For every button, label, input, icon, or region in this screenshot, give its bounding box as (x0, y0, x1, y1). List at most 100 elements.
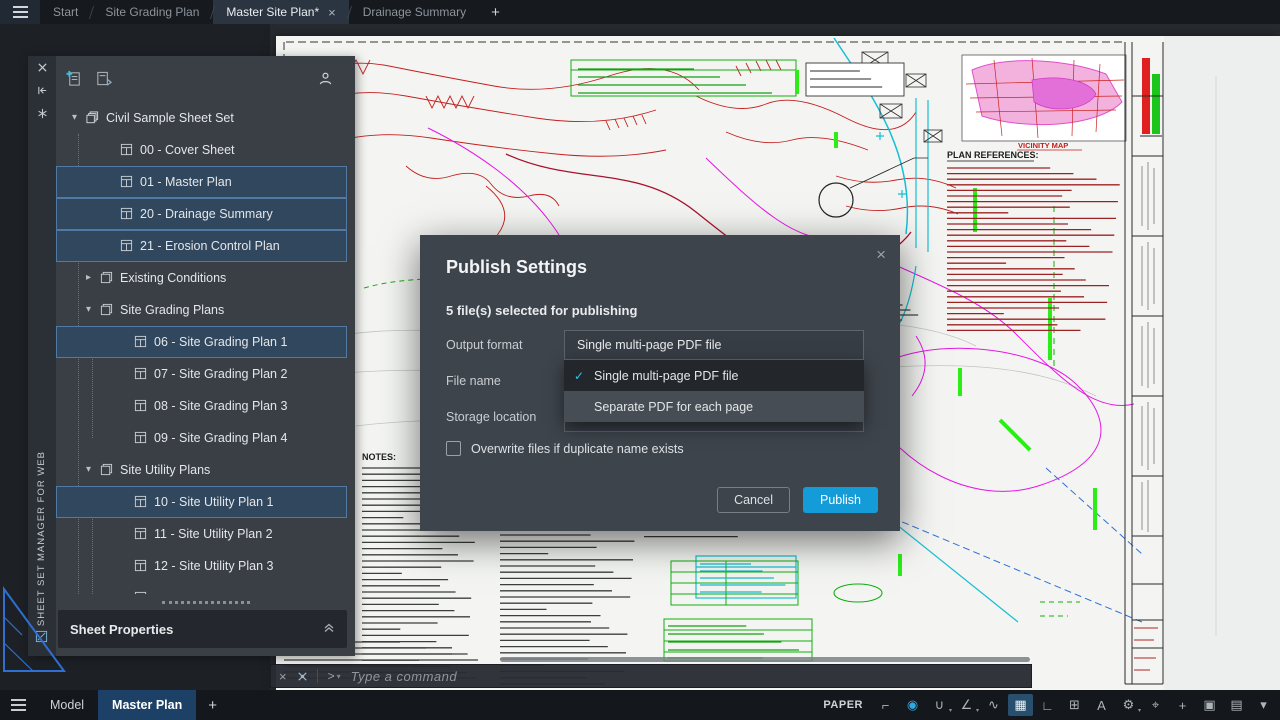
dialog-subtitle: 5 file(s) selected for publishing (446, 303, 637, 318)
account-icon[interactable] (318, 71, 333, 86)
close-dialog-icon[interactable]: × (876, 245, 886, 265)
publish-button[interactable]: Publish (803, 487, 878, 513)
sheet-icon (120, 143, 133, 156)
folder-icon (100, 303, 113, 316)
tree-item-12-site-utility-plan-3[interactable]: 12 - Site Utility Plan 3 (56, 550, 347, 582)
tree-item-folder-existing-conditions[interactable]: ▸ Existing Conditions (56, 262, 347, 294)
vicinity-map-label: VICINITY MAP (1018, 141, 1068, 150)
select-value: Single multi-page PDF file (577, 338, 722, 352)
sheet-icon (120, 239, 133, 252)
plan-references-label: PLAN REFERENCES: (947, 150, 1039, 160)
sheet-set-logo-icon (35, 630, 48, 648)
output-format-label: Output format (446, 338, 564, 352)
layers-icon[interactable]: ▤ (1224, 694, 1249, 716)
cancel-button[interactable]: Cancel (717, 487, 790, 513)
tab-site-grading-plan[interactable]: Site Grading Plan (92, 0, 212, 24)
new-tab-button[interactable]: + (479, 0, 512, 24)
tab-label: Drainage Summary (363, 5, 466, 19)
layout-tab-master-plan[interactable]: Master Plan (98, 690, 196, 720)
tree-item-clipped[interactable] (56, 582, 347, 594)
close-panel-button[interactable] (28, 56, 56, 79)
import-sheet-button[interactable] (95, 70, 112, 87)
dynamic-input-icon[interactable]: ⌖ (1143, 694, 1168, 716)
dropdown-option-separate-pdf-for-each-page[interactable]: Separate PDF for each page (564, 391, 864, 422)
sketch-mode-icon[interactable]: ∿ (981, 694, 1006, 716)
tab-master-site-plan[interactable]: Master Site Plan*× (213, 0, 348, 24)
chevron-down-icon[interactable]: ▾ (86, 304, 100, 315)
tree-item-label: Civil Sample Sheet Set (106, 111, 234, 125)
tree-item-06-site-grading-plan-1[interactable]: 06 - Site Grading Plan 1 (56, 326, 347, 358)
tree-item-label: 01 - Master Plan (140, 175, 232, 189)
horizontal-scrollbar[interactable] (500, 657, 1030, 662)
sheet-icon (134, 495, 147, 508)
command-bar: × > ▾ Type a command (270, 664, 1032, 688)
tree-item-20-drainage-summary[interactable]: 20 - Drainage Summary (56, 198, 347, 230)
tree-item-label: 07 - Site Grading Plan 2 (154, 367, 287, 381)
tree-item-10-site-utility-plan-1[interactable]: 10 - Site Utility Plan 1 (56, 486, 347, 518)
status-bar: Model Master Plan + PAPER ⌐◉∪▾∠▾∿▦∟⊞A⚙▾⌖… (0, 690, 1280, 720)
tree-item-01-master-plan[interactable]: 01 - Master Plan (56, 166, 347, 198)
sheet-set-tree: ▾ Civil Sample Sheet Set 00 - Cover Sheet 0… (56, 102, 355, 594)
ortho-mode-icon[interactable]: ∟ (1035, 694, 1060, 716)
dropdown-option-label: Separate PDF for each page (594, 400, 753, 414)
selection-preview-icon[interactable]: ▣ (1197, 694, 1222, 716)
tree-item-sheet-set[interactable]: ▾ Civil Sample Sheet Set (56, 102, 347, 134)
polar-tracking-icon[interactable]: ∠▾ (954, 694, 979, 716)
close-tab-icon[interactable]: × (328, 5, 336, 20)
tab-drainage-summary[interactable]: Drainage Summary (350, 0, 479, 24)
tree-item-folder-site-grading-plans[interactable]: ▾Site Grading Plans (56, 294, 347, 326)
pin-panel-button[interactable] (28, 102, 56, 125)
close-command-bar-icon[interactable]: × (279, 669, 287, 684)
tree-item-label: Existing Conditions (120, 271, 226, 285)
output-format-select[interactable]: Single multi-page PDF file (564, 330, 864, 360)
new-layout-button[interactable]: + (196, 690, 229, 720)
folder-icon (100, 271, 113, 284)
tree-item-11-site-utility-plan-2[interactable]: 11 - Site Utility Plan 2 (56, 518, 347, 550)
output-format-dropdown: ✓Single multi-page PDF file Separate PDF … (564, 360, 864, 422)
sheet-properties-bar[interactable]: Sheet Properties (58, 610, 347, 648)
new-sheet-button[interactable] (66, 70, 83, 87)
tree-item-folder-site-utility-plans[interactable]: ▾Site Utility Plans (56, 454, 347, 486)
status-menu-button[interactable] (0, 690, 36, 720)
tree-item-label: 00 - Cover Sheet (140, 143, 235, 157)
storage-location-label: Storage location (446, 410, 564, 424)
vicinity-map: VICINITY MAP (962, 55, 1126, 150)
tree-item-07-site-grading-plan-2[interactable]: 07 - Site Grading Plan 2 (56, 358, 347, 390)
viewports-icon[interactable]: ⊞ (1062, 694, 1087, 716)
annotation-scale-icon[interactable]: A (1089, 694, 1114, 716)
collapse-panel-button[interactable] (28, 79, 56, 102)
tree-item-label: 08 - Site Grading Plan 3 (154, 399, 287, 413)
command-input[interactable]: Type a command (351, 669, 457, 684)
dropdown-option-single-multi-page-pdf-file[interactable]: ✓Single multi-page PDF file (564, 360, 864, 391)
crosshair-icon[interactable]: + (1170, 694, 1195, 716)
chevron-up-double-icon (323, 620, 335, 638)
chevron-down-icon[interactable]: ▾ (86, 464, 100, 475)
tab-start[interactable]: Start (40, 0, 91, 24)
document-tabs: StartSite Grading PlanMaster Site Plan*×… (40, 0, 479, 24)
chevron-down-icon: ▾ (976, 707, 979, 714)
model-tab[interactable]: Model (36, 690, 98, 720)
tree-item-00-cover-sheet[interactable]: 00 - Cover Sheet (56, 134, 347, 166)
grid-display-icon[interactable]: ▦ (1008, 694, 1033, 716)
tree-item-21-erosion-control-plan[interactable]: 21 - Erosion Control Plan (56, 230, 347, 262)
chevron-down-icon[interactable]: ▾ (72, 112, 86, 123)
object-snap-icon[interactable]: ∪▾ (927, 694, 952, 716)
overwrite-checkbox[interactable] (446, 441, 461, 456)
sheet-icon (134, 559, 147, 572)
settings-gear-icon[interactable]: ⚙▾ (1116, 694, 1141, 716)
chevron-right-icon[interactable]: ▸ (86, 272, 100, 283)
more-tools-icon[interactable]: ▾ (1251, 694, 1276, 716)
tree-item-08-site-grading-plan-3[interactable]: 08 - Site Grading Plan 3 (56, 390, 347, 422)
paper-space-toggle[interactable]: PAPER (823, 699, 863, 711)
panel-resize-handle[interactable] (56, 594, 355, 610)
panel-rail: SHEET SET MANAGER FOR WEB (28, 56, 56, 656)
subobject-selection-icon[interactable]: ⌐ (873, 694, 898, 716)
app-menu-button[interactable] (0, 0, 40, 24)
sheet-icon (134, 591, 147, 594)
overwrite-checkbox-label: Overwrite files if duplicate name exists (471, 442, 684, 456)
snapping-icon[interactable]: ◉ (900, 694, 925, 716)
tree-item-09-site-grading-plan-4[interactable]: 09 - Site Grading Plan 4 (56, 422, 347, 454)
tree-item-label: 12 - Site Utility Plan 3 (154, 559, 274, 573)
command-tools-icon[interactable] (296, 670, 309, 683)
divider (317, 669, 318, 683)
